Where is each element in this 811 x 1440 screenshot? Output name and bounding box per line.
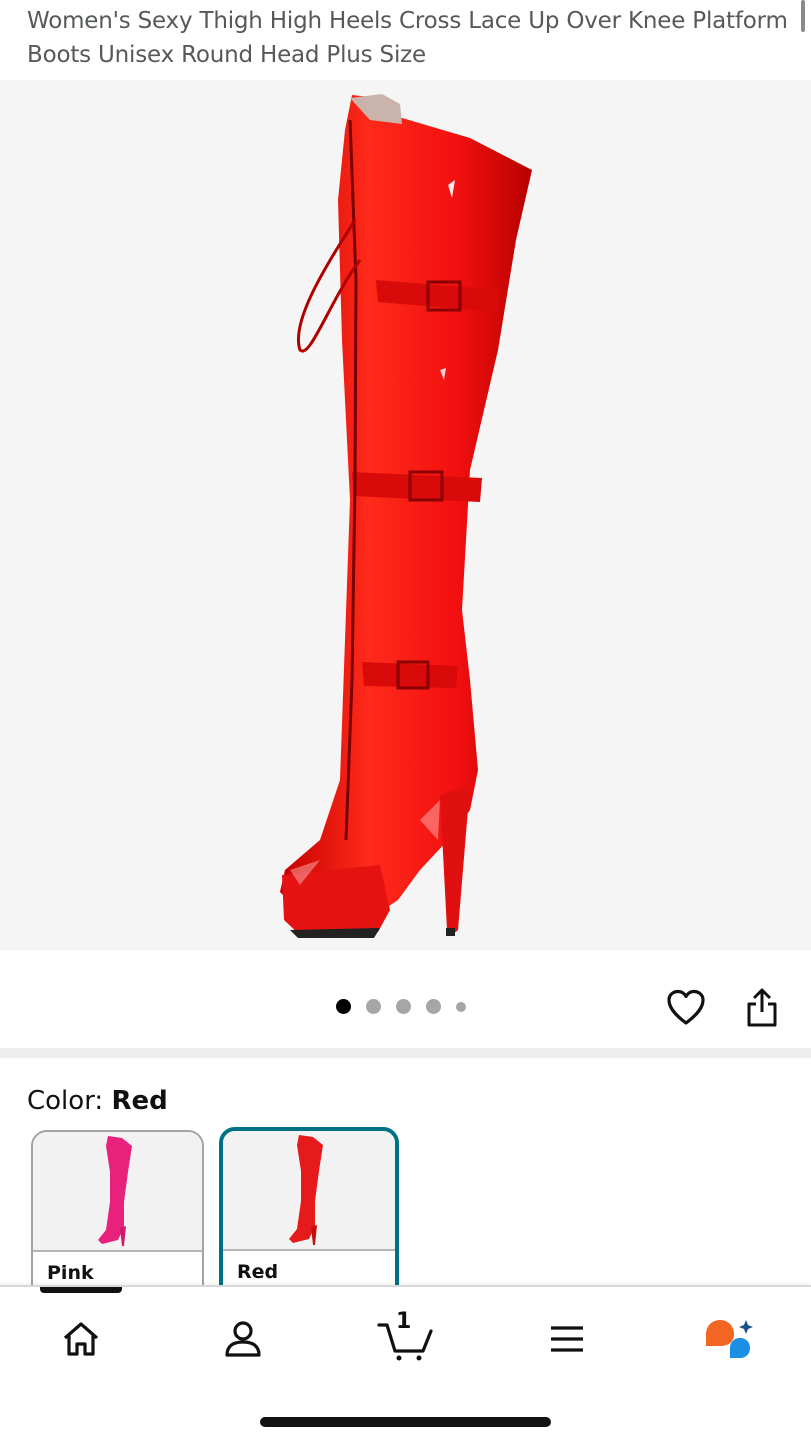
share-button[interactable] bbox=[742, 986, 782, 1030]
carousel-dot[interactable] bbox=[336, 999, 351, 1014]
boot-thumbnail bbox=[289, 1135, 323, 1245]
color-option-pink[interactable]: Pink bbox=[31, 1130, 204, 1300]
product-image[interactable] bbox=[0, 80, 811, 950]
nav-home[interactable] bbox=[51, 1309, 111, 1369]
swatch-image bbox=[33, 1132, 202, 1252]
boot-thumbnail bbox=[97, 1136, 132, 1246]
nav-assistant[interactable] bbox=[698, 1309, 758, 1369]
nav-menu[interactable] bbox=[537, 1309, 597, 1369]
heart-icon bbox=[667, 989, 705, 1025]
carousel-dot[interactable] bbox=[456, 1001, 466, 1012]
swatch-label: Red bbox=[237, 1261, 279, 1283]
selected-color: Red bbox=[111, 1086, 168, 1116]
swatch-label: Pink bbox=[47, 1262, 94, 1284]
nav-account[interactable] bbox=[213, 1309, 273, 1369]
swatch-divider bbox=[223, 1249, 395, 1251]
color-option-red[interactable]: Red bbox=[219, 1127, 399, 1302]
nav-cart[interactable]: 1 bbox=[374, 1309, 436, 1369]
color-label: Color: bbox=[27, 1086, 112, 1116]
bottom-navigation: 1 bbox=[0, 1285, 811, 1440]
active-tab-indicator bbox=[40, 1287, 122, 1293]
carousel-dots[interactable] bbox=[336, 999, 481, 1014]
wishlist-button[interactable] bbox=[664, 986, 708, 1030]
assistant-icon bbox=[706, 1320, 753, 1358]
swatch-image bbox=[223, 1131, 395, 1251]
product-title: Women's Sexy Thigh High Heels Cross Lace… bbox=[27, 8, 788, 68]
image-carousel-controls bbox=[0, 950, 811, 1050]
scrollbar[interactable] bbox=[801, 0, 805, 32]
carousel-dot[interactable] bbox=[396, 999, 411, 1014]
carousel-dot[interactable] bbox=[426, 999, 441, 1014]
section-divider bbox=[0, 1048, 811, 1058]
color-selector-label: Color: Red bbox=[27, 1084, 168, 1118]
account-icon bbox=[225, 1321, 261, 1357]
boot-image bbox=[280, 94, 532, 938]
swatch-divider bbox=[33, 1250, 202, 1252]
share-icon bbox=[747, 988, 777, 1027]
home-indicator[interactable] bbox=[260, 1417, 551, 1427]
menu-icon bbox=[551, 1326, 583, 1352]
carousel-dot[interactable] bbox=[366, 999, 381, 1014]
cart-count-badge: 1 bbox=[396, 1309, 412, 1334]
home-icon bbox=[63, 1322, 99, 1356]
